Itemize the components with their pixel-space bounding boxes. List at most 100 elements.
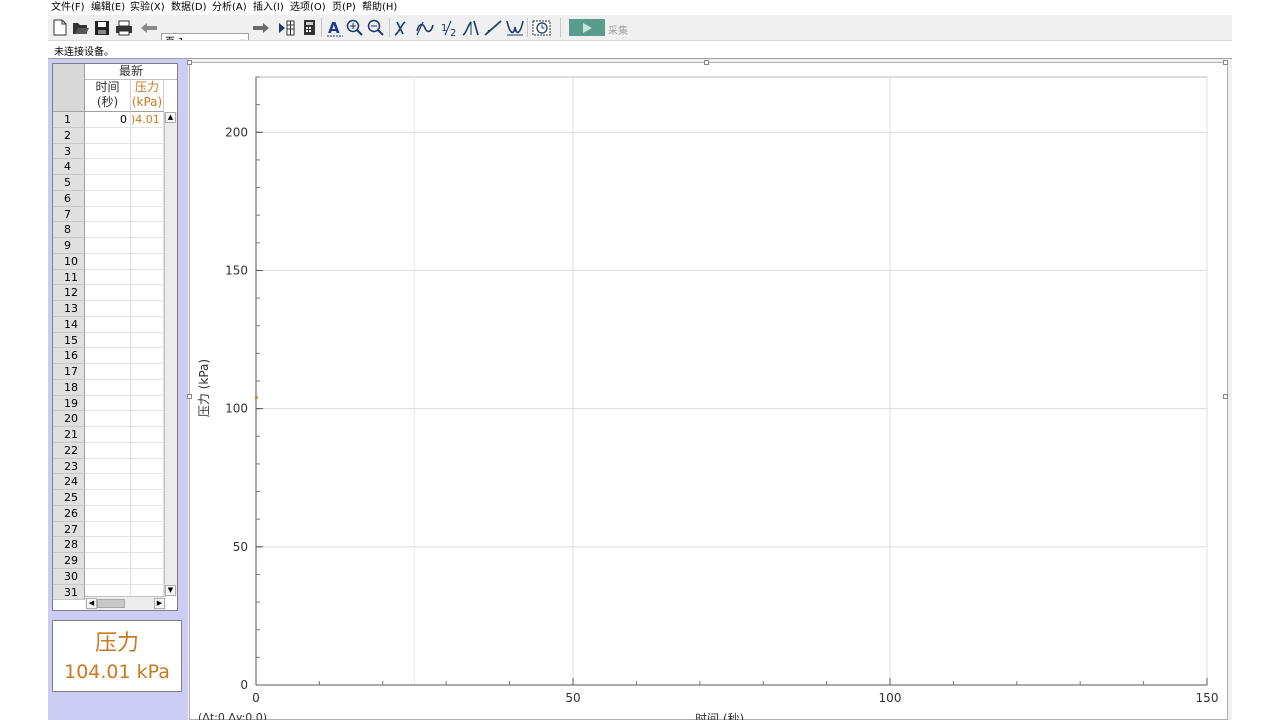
table-cell-pressure[interactable]	[131, 490, 164, 506]
table-cell-pressure[interactable]	[131, 348, 164, 364]
examine-icon[interactable]	[393, 17, 413, 38]
menu-edit[interactable]: 编辑(E)	[91, 1, 125, 14]
table-cell-pressure[interactable]	[131, 301, 164, 317]
row-number[interactable]: 3	[53, 143, 85, 160]
row-number[interactable]: 31	[53, 584, 85, 601]
table-cell-time[interactable]	[85, 379, 131, 396]
curve-fit-icon[interactable]	[483, 17, 503, 38]
forward-arrow-icon[interactable]	[251, 17, 271, 38]
scroll-down-icon[interactable]: ▼	[165, 585, 176, 596]
table-cell-pressure[interactable]	[131, 127, 164, 144]
row-number[interactable]: 2	[53, 127, 85, 144]
table-cell-pressure[interactable]	[131, 395, 164, 412]
row-number[interactable]: 20	[53, 411, 85, 427]
table-cell-time[interactable]	[85, 442, 131, 459]
table-cell-time[interactable]	[85, 175, 131, 191]
row-number[interactable]: 19	[53, 395, 85, 412]
menu-options[interactable]: 选项(O)	[290, 1, 326, 14]
timer-icon[interactable]	[532, 17, 552, 38]
row-number[interactable]: 22	[53, 442, 85, 459]
table-cell-pressure[interactable]: )4.01	[131, 112, 164, 128]
integral-icon[interactable]: 12	[440, 17, 460, 38]
row-number[interactable]: 9	[53, 238, 85, 254]
table-cell-time[interactable]	[85, 474, 131, 490]
menu-file[interactable]: 文件(F)	[51, 1, 85, 14]
row-number[interactable]: 23	[53, 458, 85, 475]
graph-panel[interactable]: 0 50 100 150 0 50 100 150 200 压力 (kPa) 时间 (秒) (Δ…	[189, 62, 1228, 720]
print-icon[interactable]	[114, 17, 134, 38]
table-cell-time[interactable]	[85, 395, 131, 412]
collect-button[interactable]	[569, 19, 605, 36]
table-cell-time[interactable]	[85, 253, 131, 270]
resize-handle[interactable]	[1223, 394, 1228, 399]
row-number[interactable]: 13	[53, 301, 85, 317]
menu-analyze[interactable]: 分析(A)	[212, 1, 247, 14]
resize-handle[interactable]	[704, 60, 709, 65]
new-file-icon[interactable]	[50, 17, 70, 38]
row-number[interactable]: 18	[53, 379, 85, 396]
table-cell-pressure[interactable]	[131, 474, 164, 490]
table-cell-pressure[interactable]	[131, 238, 164, 254]
table-cell-pressure[interactable]	[131, 364, 164, 380]
table-cell-pressure[interactable]	[131, 442, 164, 459]
table-cell-pressure[interactable]	[131, 505, 164, 522]
row-number[interactable]: 7	[53, 206, 85, 223]
row-number[interactable]: 1	[53, 112, 85, 128]
row-number[interactable]: 5	[53, 175, 85, 191]
table-cell-pressure[interactable]	[131, 269, 164, 286]
row-number[interactable]: 10	[53, 253, 85, 270]
x-axis-label[interactable]: 时间 (秒)	[695, 710, 744, 720]
table-cell-time[interactable]	[85, 127, 131, 144]
table-cell-time[interactable]	[85, 537, 131, 553]
row-number[interactable]: 27	[53, 521, 85, 538]
table-cell-pressure[interactable]	[131, 411, 164, 427]
table-cell-time[interactable]	[85, 301, 131, 317]
table-cell-pressure[interactable]	[131, 537, 164, 553]
row-number[interactable]: 24	[53, 474, 85, 490]
table-cell-pressure[interactable]	[131, 316, 164, 333]
table-cell-time[interactable]	[85, 159, 131, 175]
row-number[interactable]: 26	[53, 505, 85, 522]
resize-handle[interactable]	[187, 394, 192, 399]
menu-help[interactable]: 帮助(H)	[362, 1, 397, 14]
row-number[interactable]: 16	[53, 348, 85, 364]
y-axis-label[interactable]: 压力 (kPa)	[195, 318, 212, 458]
resize-handle[interactable]	[187, 60, 192, 65]
column-header-time[interactable]: 时间 (秒)	[85, 80, 131, 112]
table-cell-time[interactable]	[85, 222, 131, 238]
row-number[interactable]: 25	[53, 490, 85, 506]
row-number[interactable]: 17	[53, 364, 85, 380]
zoom-in-icon[interactable]	[345, 17, 365, 38]
table-cell-pressure[interactable]	[131, 285, 164, 301]
table-cell-time[interactable]	[85, 206, 131, 223]
scroll-right-icon[interactable]: ▶	[154, 598, 165, 609]
table-horizontal-scrollbar[interactable]: ◀ ▶	[85, 596, 166, 610]
table-vertical-scrollbar[interactable]: ▲ ▼	[164, 112, 177, 596]
table-cell-time[interactable]	[85, 238, 131, 254]
row-number[interactable]: 29	[53, 553, 85, 569]
table-cell-time[interactable]: 0	[85, 112, 131, 128]
resize-handle[interactable]	[1223, 60, 1228, 65]
row-number[interactable]: 12	[53, 285, 85, 301]
table-cell-time[interactable]	[85, 490, 131, 506]
table-cell-pressure[interactable]	[131, 332, 164, 349]
back-arrow-icon[interactable]	[139, 17, 159, 38]
table-cell-pressure[interactable]	[131, 379, 164, 396]
table-cell-pressure[interactable]	[131, 175, 164, 191]
dataset-header[interactable]: 最新	[85, 64, 177, 80]
table-cell-pressure[interactable]	[131, 427, 164, 443]
table-cell-time[interactable]	[85, 521, 131, 538]
table-cell-pressure[interactable]	[131, 159, 164, 175]
data-table[interactable]: 最新 时间 (秒) 压力 (kPa) 1 0)4.01 2 3 4 5 6 7 8 9 10 11 12…	[52, 63, 178, 611]
table-cell-time[interactable]	[85, 269, 131, 286]
table-cell-pressure[interactable]	[131, 222, 164, 238]
row-number[interactable]: 4	[53, 159, 85, 175]
table-cell-time[interactable]	[85, 568, 131, 585]
table-cell-time[interactable]	[85, 316, 131, 333]
pressure-meter[interactable]: 压力 104.01 kPa	[52, 620, 182, 692]
table-cell-pressure[interactable]	[131, 253, 164, 270]
menu-page[interactable]: 页(P)	[332, 1, 356, 14]
row-number[interactable]: 21	[53, 427, 85, 443]
table-cell-time[interactable]	[85, 427, 131, 443]
table-cell-time[interactable]	[85, 332, 131, 349]
